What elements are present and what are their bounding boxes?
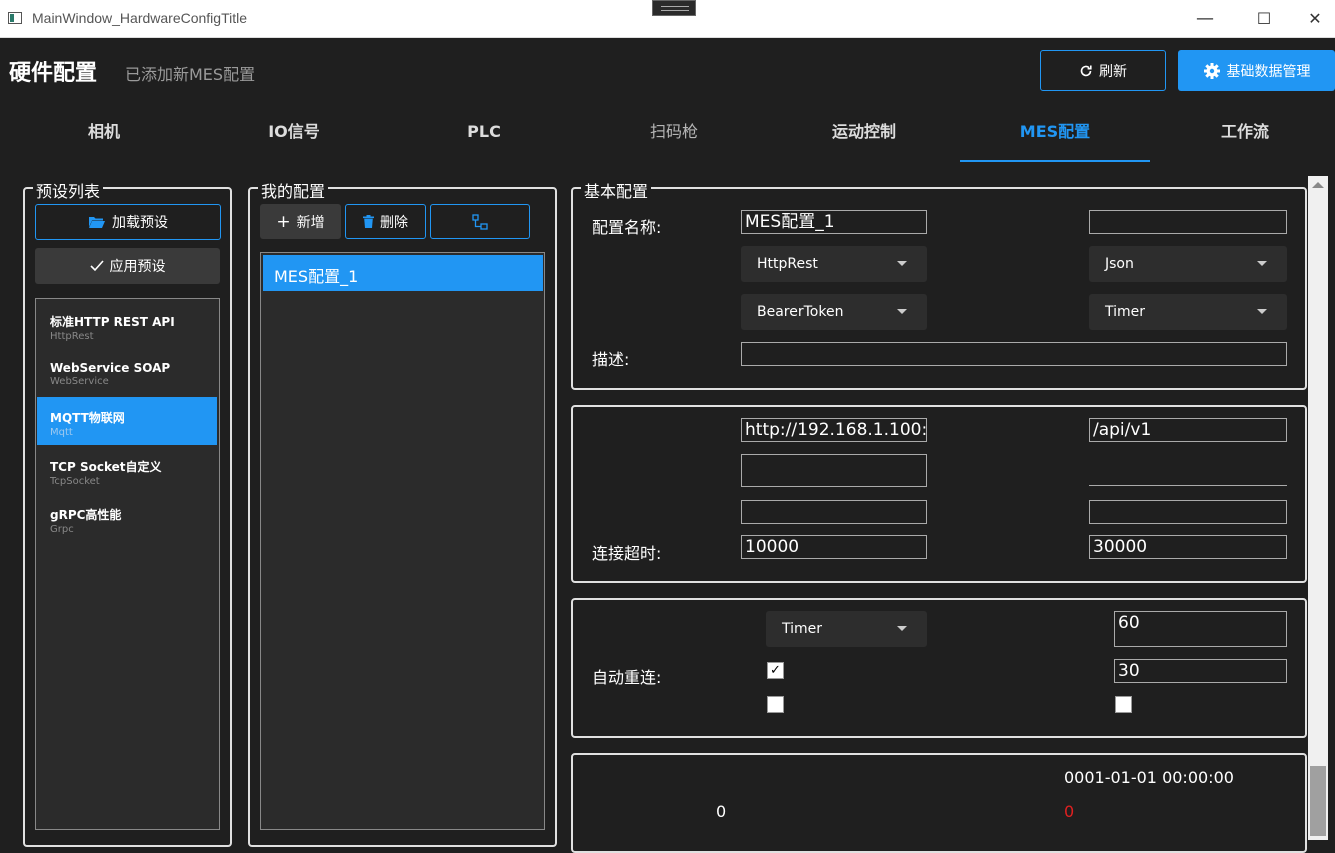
- auth-select[interactable]: BearerToken: [741, 294, 927, 330]
- delete-config-label: 删除: [380, 214, 408, 231]
- interval-input[interactable]: 60: [1114, 611, 1287, 647]
- myconfig-legend: 我的配置: [258, 178, 329, 202]
- preset-list[interactable]: 标准HTTP REST API HttpRest WebService SOAP…: [35, 298, 220, 830]
- preset-item[interactable]: gRPC高性能 Grpc: [37, 494, 217, 542]
- auto-reconnect-checkbox[interactable]: ✓: [767, 662, 784, 679]
- basedata-button[interactable]: 基础数据管理: [1178, 50, 1335, 91]
- config-secondary-input[interactable]: [1089, 210, 1287, 234]
- tab-camera[interactable]: 相机: [9, 108, 199, 162]
- protocol-select[interactable]: HttpRest: [741, 246, 927, 282]
- preset-type: WebService: [50, 376, 109, 387]
- chevron-down-icon: [897, 261, 907, 266]
- last-sync-time: 0001-01-01 00:00:00: [1064, 768, 1234, 787]
- minimize-button[interactable]: —: [1190, 6, 1220, 32]
- description-input[interactable]: [741, 342, 1287, 366]
- config-list[interactable]: MES配置_1: [260, 252, 545, 830]
- preset-name: TCP Socket自定义: [50, 460, 162, 474]
- connection-field-a[interactable]: [741, 500, 927, 524]
- preset-item[interactable]: 标准HTTP REST API HttpRest: [37, 301, 217, 349]
- maximize-button[interactable]: ☐: [1249, 6, 1279, 32]
- drag-grip-icon[interactable]: [652, 0, 696, 16]
- connection-field-b[interactable]: [1089, 500, 1287, 524]
- preset-type: Mqtt: [50, 427, 73, 438]
- error-count: 0: [1064, 802, 1075, 821]
- refresh-label: 刷新: [1099, 63, 1127, 80]
- window-title: MainWindow_HardwareConfigTitle: [32, 10, 248, 26]
- preset-name: 标准HTTP REST API: [50, 315, 175, 329]
- trigger-select[interactable]: Timer: [1089, 294, 1287, 330]
- add-config-label: 新增: [296, 214, 325, 231]
- config-name-input[interactable]: MES配置_1: [741, 210, 927, 234]
- timeout-input[interactable]: 10000: [741, 535, 927, 559]
- preset-name: MQTT物联网: [50, 411, 125, 425]
- preset-legend: 预设列表: [33, 178, 104, 202]
- format-value: Json: [1105, 256, 1134, 272]
- add-config-button[interactable]: + 新增: [260, 204, 341, 239]
- load-preset-label: 加载预设: [112, 215, 168, 231]
- close-button[interactable]: ✕: [1300, 6, 1330, 32]
- reconnect-mode-value: Timer: [782, 621, 823, 637]
- tab-scanner[interactable]: 扫码枪: [579, 108, 769, 162]
- connection-underline-field[interactable]: [1089, 485, 1287, 486]
- path-input[interactable]: /api/v1: [1089, 418, 1287, 442]
- refresh-icon: [1080, 65, 1092, 76]
- right-scrollbar[interactable]: [1308, 176, 1328, 840]
- load-preset-button[interactable]: 加载预设: [35, 204, 221, 240]
- chevron-down-icon: [897, 309, 907, 314]
- retry-input[interactable]: 30: [1114, 659, 1287, 683]
- preset-name: WebService SOAP: [50, 361, 171, 375]
- status-message: 已添加新MES配置: [125, 65, 256, 84]
- timeout-label: 连接超时:: [592, 544, 662, 563]
- reconnect-mode-select[interactable]: Timer: [766, 611, 927, 647]
- tab-mes[interactable]: MES配置: [960, 108, 1150, 162]
- trigger-value: Timer: [1105, 304, 1146, 320]
- network-icon: [472, 213, 488, 230]
- preset-type: HttpRest: [50, 331, 94, 342]
- config-name-label: 配置名称:: [592, 218, 662, 237]
- url-input[interactable]: http://192.168.1.100:80: [741, 418, 927, 442]
- scrollbar-thumb[interactable]: [1310, 766, 1326, 836]
- config-item-selected[interactable]: MES配置_1: [263, 255, 543, 291]
- preset-item[interactable]: TCP Socket自定义 TcpSocket: [37, 446, 217, 494]
- success-count: 0: [716, 802, 727, 821]
- preset-type: Grpc: [50, 524, 74, 535]
- apply-preset-button[interactable]: 应用预设: [35, 248, 220, 284]
- preset-type: TcpSocket: [50, 476, 100, 487]
- basic-config-legend: 基本配置: [581, 178, 652, 202]
- trash-icon: [363, 215, 374, 228]
- preset-item-selected[interactable]: MQTT物联网 Mqtt: [37, 397, 217, 445]
- apply-preset-label: 应用预设: [109, 259, 166, 275]
- page-title: 硬件配置: [9, 61, 98, 86]
- tab-io[interactable]: IO信号: [199, 108, 389, 162]
- app-icon: [8, 12, 22, 24]
- auto-reconnect-label: 自动重连:: [592, 668, 662, 687]
- description-label: 描述:: [592, 350, 630, 369]
- preset-name: gRPC高性能: [50, 508, 122, 522]
- tab-bar: 相机 IO信号 PLC 扫码枪 运动控制 MES配置 工作流: [0, 108, 1335, 162]
- chevron-down-icon: [1257, 309, 1267, 314]
- tab-plc[interactable]: PLC: [389, 108, 579, 162]
- scroll-up-icon[interactable]: [1312, 182, 1324, 188]
- tab-motion[interactable]: 运动控制: [769, 108, 959, 162]
- auth-value: BearerToken: [757, 304, 844, 320]
- refresh-button[interactable]: 刷新: [1040, 50, 1166, 91]
- network-button[interactable]: [430, 204, 530, 239]
- chevron-down-icon: [1257, 261, 1267, 266]
- plus-icon: +: [276, 211, 291, 232]
- preset-item[interactable]: WebService SOAP WebService: [37, 349, 217, 397]
- delete-config-button[interactable]: 删除: [345, 204, 426, 239]
- basedata-label: 基础数据管理: [1226, 63, 1311, 80]
- window-titlebar: MainWindow_HardwareConfigTitle — ☐ ✕: [0, 0, 1335, 38]
- read-timeout-input[interactable]: 30000: [1089, 535, 1287, 559]
- folder-open-icon: [89, 217, 105, 228]
- tab-workflow[interactable]: 工作流: [1150, 108, 1335, 162]
- gear-icon: [1203, 62, 1220, 79]
- check-icon: [89, 260, 104, 272]
- option-checkbox-1[interactable]: [767, 696, 784, 713]
- protocol-value: HttpRest: [757, 256, 818, 272]
- option-checkbox-2[interactable]: [1115, 696, 1132, 713]
- format-select[interactable]: Json: [1089, 246, 1287, 282]
- chevron-down-icon: [897, 626, 907, 631]
- connection-extra-input[interactable]: [741, 454, 927, 487]
